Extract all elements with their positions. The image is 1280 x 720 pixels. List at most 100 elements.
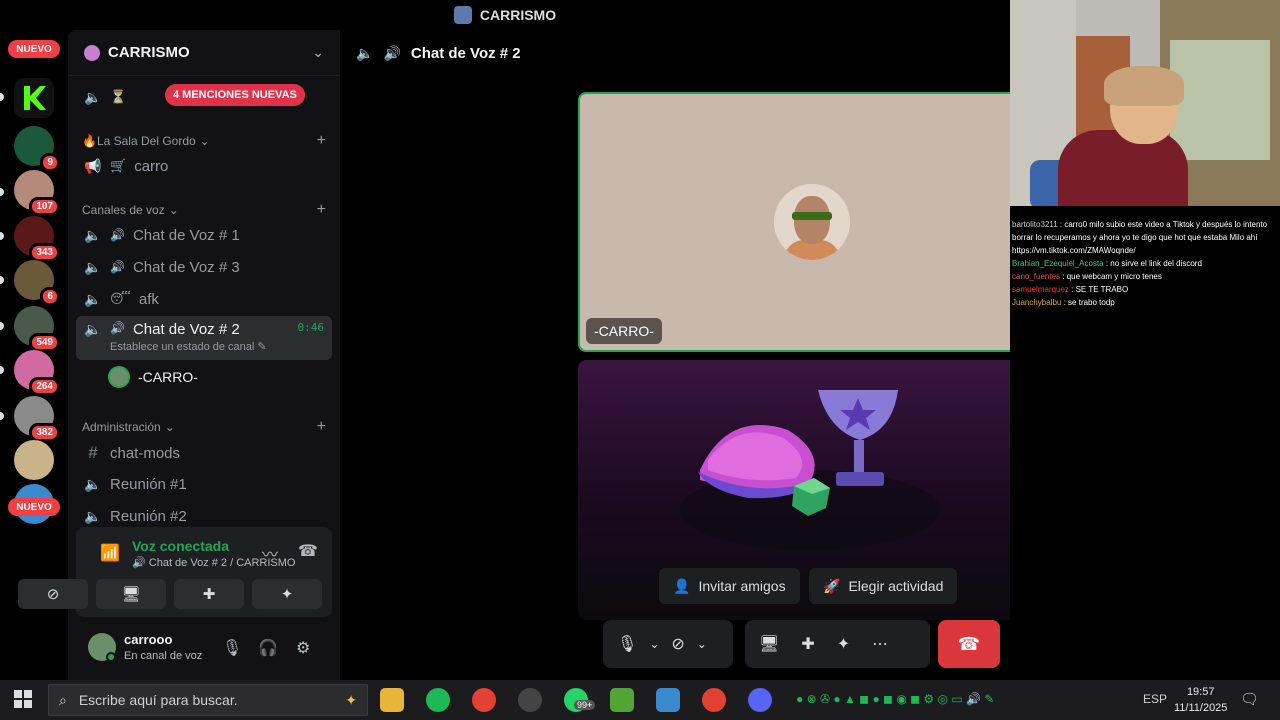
channel-afk[interactable]: 🔈 😴 afk	[76, 284, 332, 314]
speaker-icon: 🔈	[84, 507, 102, 524]
add-channel-icon[interactable]: +	[317, 418, 326, 436]
call-actions: 🖥 ✚ ✦ ⋯	[745, 620, 930, 668]
announcement-icon: 📢	[84, 157, 102, 174]
hang-up-icon: ☎	[957, 633, 981, 654]
voice-status-title[interactable]: Voz conectada	[132, 538, 229, 554]
disconnect-icon[interactable]: ☎	[298, 541, 318, 561]
leave-call-button[interactable]: ☎	[938, 620, 1000, 668]
channel-voz-2[interactable]: 🔈 🔊 Chat de Voz # 2 0:46 Establece un es…	[76, 316, 332, 360]
category-admin[interactable]: Administración ⌄ +	[82, 418, 326, 436]
soundboard-button[interactable]: ✦	[252, 579, 322, 609]
store-icon[interactable]	[656, 688, 680, 712]
channel-chat-mods[interactable]: # chat-mods	[76, 438, 332, 468]
microphone-icon[interactable]: 🎙	[222, 638, 242, 658]
activities-icon[interactable]: ✚	[801, 634, 814, 654]
activities-button[interactable]: ✚	[174, 579, 244, 609]
participant-tile[interactable]: -CARRO-	[578, 92, 1042, 352]
camera-off-icon[interactable]: ⊘	[671, 634, 684, 654]
speaker-icon: 🔊	[383, 44, 401, 61]
taskbar-clock[interactable]: 19:57 11/11/2025	[1174, 684, 1227, 716]
channel-voz-1[interactable]: 🔈 🔊 Chat de Voz # 1	[76, 220, 332, 250]
channel-label: chat-mods	[110, 444, 181, 462]
streamer-webcam	[1010, 0, 1280, 206]
windows-start-icon[interactable]	[14, 690, 32, 708]
server-icon[interactable]: 6	[14, 260, 60, 306]
server-avatar-icon	[453, 6, 472, 24]
mention-count: 107	[29, 197, 60, 216]
more-options-icon[interactable]: ⋯	[872, 634, 888, 654]
chevron-down-icon: ⌄	[168, 203, 179, 217]
kick-server-icon[interactable]	[14, 78, 54, 118]
obs-icon[interactable]	[518, 688, 542, 712]
channel-label: afk	[138, 290, 159, 308]
server-icon[interactable]: 549	[14, 306, 60, 352]
microphone-icon[interactable]: 🎙	[617, 634, 637, 654]
notifications-icon[interactable]: 🗨	[1240, 690, 1259, 708]
channel-label: Chat de Voz # 1	[132, 226, 240, 244]
window-title: CARRISMO	[479, 7, 557, 23]
category-voz[interactable]: Canales de voz ⌄ +	[82, 201, 326, 219]
input-language[interactable]: ESP	[1143, 692, 1167, 706]
chat-message: Brahian_Ezequiel_Acosta : no sirve el li…	[1012, 259, 1202, 268]
channel-voz-3[interactable]: 🔈 🔊 Chat de Voz # 3	[76, 252, 332, 282]
camera-button[interactable]: ⊘	[18, 579, 88, 609]
add-channel-icon[interactable]: +	[317, 132, 326, 150]
speaker-icon: 🔈	[84, 290, 102, 307]
channel-label: Reunión #2	[110, 507, 187, 525]
camera-off-icon: ⊘	[46, 586, 60, 603]
new-badge[interactable]: NUEVO	[8, 40, 60, 58]
speaker-icon: 🔈	[84, 258, 102, 275]
speaker-icon: 🔊	[110, 321, 125, 335]
cart-icon: 🛒	[110, 158, 127, 173]
server-icon[interactable]: 9	[14, 126, 60, 172]
mention-count: 6	[40, 287, 60, 306]
soundboard-icon[interactable]: ✦	[837, 634, 850, 654]
chevron-down-icon: ⌄	[312, 44, 324, 60]
choose-activity-button[interactable]: 🚀 Elegir actividad	[809, 568, 958, 604]
category-label: Canales de voz	[82, 203, 165, 217]
file-explorer-icon[interactable]	[380, 688, 404, 712]
server-icon[interactable]: 107	[14, 170, 60, 216]
server-icon[interactable]: 343	[14, 216, 60, 262]
tray-icons[interactable]: ● ⊗ ✇ ● ▲ ◼ ● ◼ ◉ ◼ ⚙ ◎ ▭ 🔊 ✎	[796, 692, 994, 706]
spotify-icon[interactable]	[426, 688, 450, 712]
server-header[interactable]: CARRISMO ⌄	[68, 30, 340, 76]
screen-share-button[interactable]: 🖥	[96, 579, 166, 609]
signal-icon[interactable]: 📶	[100, 543, 120, 563]
minecraft-icon[interactable]	[610, 688, 634, 712]
unread-indicator	[0, 188, 4, 196]
new-badge[interactable]: NUEVO	[8, 498, 60, 516]
headphones-icon[interactable]: 🎧	[258, 638, 278, 658]
call-timer: 0:46	[297, 321, 325, 334]
channel-status-prompt[interactable]: Establece un estado de canal ✎	[110, 340, 267, 353]
add-channel-icon[interactable]: +	[317, 201, 326, 219]
gear-icon[interactable]: ⚙	[296, 638, 310, 658]
screen-share-icon[interactable]: 🖥	[759, 634, 779, 654]
chrome-icon[interactable]	[472, 688, 496, 712]
invite-friends-button[interactable]: 👤 Invitar amigos	[659, 568, 800, 604]
chevron-down-icon[interactable]: ⌄	[697, 637, 707, 651]
chrome-icon[interactable]	[702, 688, 726, 712]
soundboard-icon: ✦	[280, 586, 294, 603]
server-icon[interactable]: 264	[14, 350, 60, 396]
avatar	[108, 366, 130, 388]
noise-suppression-icon[interactable]: 〰	[262, 541, 278, 565]
speaker-icon: 🔈	[84, 475, 102, 492]
chevron-down-icon[interactable]: ⌄	[649, 637, 659, 651]
new-mentions-pill[interactable]: 4 MENCIONES NUEVAS	[165, 84, 305, 106]
category-sala[interactable]: 🔥La Sala Del Gordo ⌄ +	[82, 132, 326, 150]
voice-participant[interactable]: -CARRO-	[108, 366, 198, 388]
user-panel: carrooo En canal de voz 🎙 🎧 ⚙	[68, 620, 340, 680]
online-status-dot	[106, 652, 116, 662]
discord-icon[interactable]	[748, 688, 772, 712]
speaker-icon: 🔊	[110, 260, 125, 274]
channel-reunion-1[interactable]: 🔈 Reunión #1	[76, 469, 332, 499]
voice-call-area: 🔈 🔊 Chat de Voz # 2 -CARRO- 👤 Invitar am…	[340, 30, 1255, 680]
activities-icon: ✚	[202, 586, 216, 603]
server-icon[interactable]: 382	[14, 396, 60, 442]
server-icon[interactable]	[14, 440, 54, 480]
username[interactable]: carrooo	[124, 632, 172, 647]
clock-date: 11/11/2025	[1174, 702, 1228, 714]
channel-carro[interactable]: 📢 🛒 carro	[76, 151, 332, 181]
taskbar-search[interactable]: ⌕ Escribe aquí para buscar. ✦	[48, 684, 368, 716]
